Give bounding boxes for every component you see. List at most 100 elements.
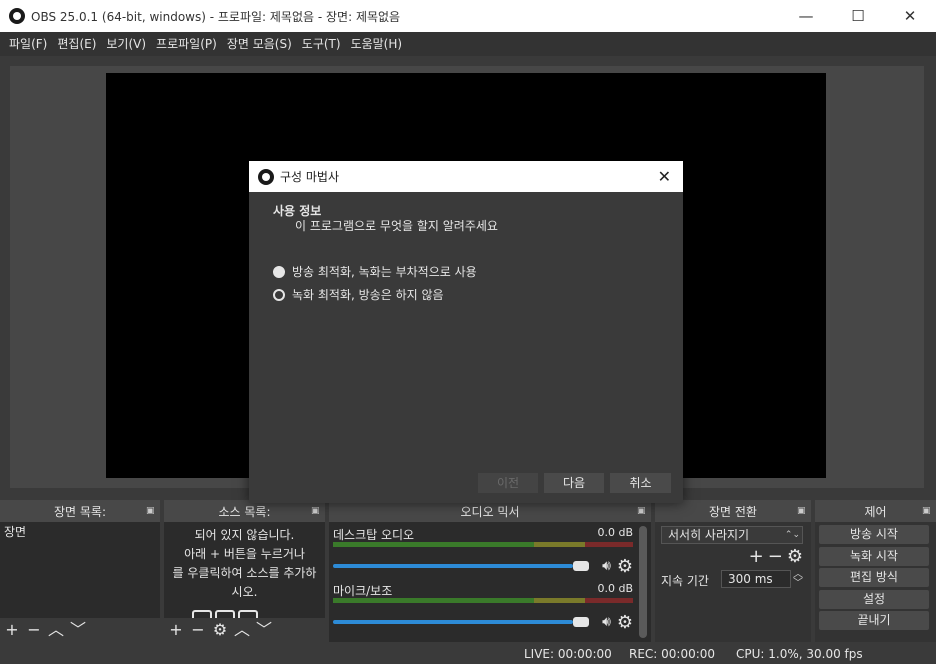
mixer-body: 데스크탑 오디오 0.0 dB 🔊︎ ⚙ 마이크/보조 0.0 dB 🔊︎ ⚙ bbox=[329, 522, 651, 642]
controls-dock-title-text: 제어 bbox=[864, 504, 887, 519]
volume-meter bbox=[333, 542, 633, 547]
menu-edit[interactable]: 편집(E) bbox=[52, 32, 101, 56]
add-source-button[interactable]: + bbox=[168, 620, 184, 640]
status-bar: LIVE: 00:00:00 REC: 00:00:00 CPU: 1.0%, … bbox=[0, 644, 936, 664]
cpu-status: CPU: 1.0%, 30.00 fps bbox=[736, 647, 863, 661]
dock-float-icon[interactable]: ▣ bbox=[922, 506, 931, 516]
gear-icon[interactable]: ⚙ bbox=[617, 556, 633, 577]
transitions-dock-title: 장면 전환 ▣ bbox=[655, 500, 811, 522]
sources-toolbar: + − ⚙ ︿ ﹀ bbox=[164, 618, 325, 642]
remove-source-button[interactable]: − bbox=[190, 620, 206, 640]
option-label: 방송 최적화, 녹화는 부차적으로 사용 bbox=[292, 265, 477, 279]
obs-logo-icon bbox=[9, 8, 25, 24]
channel-db: 0.0 dB bbox=[597, 526, 633, 539]
menu-file[interactable]: 파일(F) bbox=[4, 32, 52, 56]
move-down-button[interactable]: ﹀ bbox=[70, 620, 86, 640]
transition-select-value: 서서히 사라지기 bbox=[668, 528, 750, 542]
dialog-titlebar: 구성 마법사 ✕ bbox=[249, 161, 683, 192]
remove-scene-button[interactable]: − bbox=[26, 620, 42, 640]
dialog-close-icon[interactable]: ✕ bbox=[658, 167, 671, 186]
menu-bar: 파일(F) 편집(E) 보기(V) 프로파일(P) 장면 모음(S) 도구(T)… bbox=[0, 32, 936, 56]
volume-meter bbox=[333, 598, 633, 603]
dock-float-icon[interactable]: ▣ bbox=[146, 506, 155, 516]
menu-help[interactable]: 도움말(H) bbox=[346, 32, 408, 56]
mixer-scrollbar[interactable] bbox=[639, 526, 647, 638]
sources-dock-title-text: 소스 목록: bbox=[218, 504, 271, 519]
exit-button[interactable]: 끝내기 bbox=[819, 611, 929, 630]
image-icon bbox=[238, 610, 258, 618]
audio-mixer-dock: 오디오 믹서 ▣ 데스크탑 오디오 0.0 dB 🔊︎ ⚙ 마이크/보조 0.0… bbox=[329, 500, 651, 642]
dock-float-icon[interactable]: ▣ bbox=[311, 506, 320, 516]
move-up-button[interactable]: ︿ bbox=[234, 620, 250, 640]
scenes-dock: 장면 목록: ▣ 장면 + − ︿ ﹀ bbox=[0, 500, 160, 642]
duration-input[interactable]: 300 ms bbox=[721, 570, 791, 588]
transitions-dock-title-text: 장면 전환 bbox=[709, 504, 757, 519]
menu-scene-collection[interactable]: 장면 모음(S) bbox=[222, 32, 297, 56]
sources-empty-text: 되어 있지 않습니다. 아래 + 버튼을 누르거나 를 우클릭하여 소스를 추가… bbox=[172, 528, 317, 599]
cancel-button[interactable]: 취소 bbox=[610, 473, 671, 493]
start-streaming-button[interactable]: 방송 시작 bbox=[819, 525, 929, 544]
radio-checked[interactable] bbox=[273, 265, 285, 278]
dock-float-icon[interactable]: ▣ bbox=[637, 506, 646, 516]
sources-list[interactable]: 되어 있지 않습니다. 아래 + 버튼을 누르거나 를 우클릭하여 소스를 추가… bbox=[164, 522, 325, 618]
source-settings-gear-icon[interactable]: ⚙ bbox=[212, 620, 228, 640]
channel-name: 데스크탑 오디오 bbox=[333, 528, 415, 542]
controls-dock-title: 제어 ▣ bbox=[815, 500, 936, 522]
chevron-updown-icon: ⌃⌄ bbox=[784, 530, 800, 540]
channel-db: 0.0 dB bbox=[597, 582, 633, 595]
display-icon bbox=[192, 610, 212, 618]
volume-slider-handle[interactable] bbox=[573, 617, 589, 627]
dialog-title: 구성 마법사 bbox=[280, 170, 340, 184]
transition-select[interactable]: 서서히 사라지기 ⌃⌄ bbox=[661, 526, 803, 544]
window-icon bbox=[215, 610, 235, 618]
volume-slider[interactable] bbox=[333, 564, 573, 568]
window-title: OBS 25.0.1 (64-bit, windows) - 프로파일: 제목없… bbox=[31, 9, 401, 24]
obs-logo-icon bbox=[258, 168, 274, 185]
volume-slider[interactable] bbox=[333, 620, 573, 624]
mixer-dock-title-text: 오디오 믹서 bbox=[460, 504, 520, 519]
transition-gear-icon[interactable]: ⚙ bbox=[787, 546, 803, 567]
config-wizard-dialog: 구성 마법사 ✕ 사용 정보 이 프로그램으로 무엇을 할지 알려주세요 방송 … bbox=[249, 161, 683, 503]
scenes-dock-title: 장면 목록: ▣ bbox=[0, 500, 160, 522]
remove-transition-button[interactable]: − bbox=[768, 546, 783, 567]
scenes-toolbar: + − ︿ ﹀ bbox=[0, 618, 160, 642]
window-titlebar: OBS 25.0.1 (64-bit, windows) - 프로파일: 제목없… bbox=[0, 0, 936, 32]
live-status: LIVE: 00:00:00 bbox=[524, 647, 612, 661]
speaker-icon[interactable]: 🔊︎ bbox=[602, 558, 611, 574]
start-recording-button[interactable]: 녹화 시작 bbox=[819, 547, 929, 566]
speaker-icon[interactable]: 🔊︎ bbox=[602, 614, 611, 630]
sources-dock: 소스 목록: ▣ 되어 있지 않습니다. 아래 + 버튼을 누르거나 를 우클릭… bbox=[164, 500, 325, 642]
sources-dock-title: 소스 목록: ▣ bbox=[164, 500, 325, 522]
studio-mode-button[interactable]: 편집 방식 bbox=[819, 568, 929, 587]
radio-unchecked[interactable] bbox=[273, 288, 285, 301]
duration-spinner-icon[interactable]: ︿ ﹀ bbox=[793, 570, 803, 589]
duration-label: 지속 기간 bbox=[661, 574, 709, 588]
settings-button[interactable]: 설정 bbox=[819, 590, 929, 609]
scenes-dock-title-text: 장면 목록: bbox=[53, 504, 107, 519]
move-up-button[interactable]: ︿ bbox=[48, 620, 64, 640]
mixer-dock-title: 오디오 믹서 ▣ bbox=[329, 500, 651, 522]
minimize-button[interactable]: — bbox=[780, 0, 832, 32]
channel-name: 마이크/보조 bbox=[333, 584, 393, 598]
close-button[interactable]: ✕ bbox=[884, 0, 936, 32]
move-down-button[interactable]: ﹀ bbox=[256, 620, 272, 640]
next-button[interactable]: 다음 bbox=[544, 473, 604, 493]
mixer-channel-mic: 마이크/보조 0.0 dB 🔊︎ ⚙ bbox=[333, 580, 635, 636]
rec-status: REC: 00:00:00 bbox=[629, 647, 716, 661]
menu-profile[interactable]: 프로파일(P) bbox=[151, 32, 222, 56]
option-streaming[interactable]: 방송 최적화, 녹화는 부차적으로 사용 bbox=[273, 263, 477, 280]
add-transition-button[interactable]: + bbox=[749, 546, 764, 567]
transition-tools: + − ⚙ bbox=[749, 546, 803, 567]
dock-float-icon[interactable]: ▣ bbox=[797, 506, 806, 516]
gear-icon[interactable]: ⚙ bbox=[617, 612, 633, 633]
menu-tools[interactable]: 도구(T) bbox=[297, 32, 346, 56]
option-recording[interactable]: 녹화 최적화, 방송은 하지 않음 bbox=[273, 286, 444, 303]
prev-button[interactable]: 이전 bbox=[478, 473, 538, 493]
menu-view[interactable]: 보기(V) bbox=[101, 32, 151, 56]
controls-dock: 제어 ▣ 방송 시작 녹화 시작 편집 방식 설정 끝내기 bbox=[815, 500, 936, 642]
add-scene-button[interactable]: + bbox=[4, 620, 20, 640]
transitions-dock: 장면 전환 ▣ 서서히 사라지기 ⌃⌄ + − ⚙ 지속 기간 300 ms ︿… bbox=[655, 500, 811, 642]
volume-slider-handle[interactable] bbox=[573, 561, 589, 571]
maximize-button[interactable]: ☐ bbox=[832, 0, 884, 32]
list-item[interactable]: 장면 bbox=[0, 522, 160, 542]
